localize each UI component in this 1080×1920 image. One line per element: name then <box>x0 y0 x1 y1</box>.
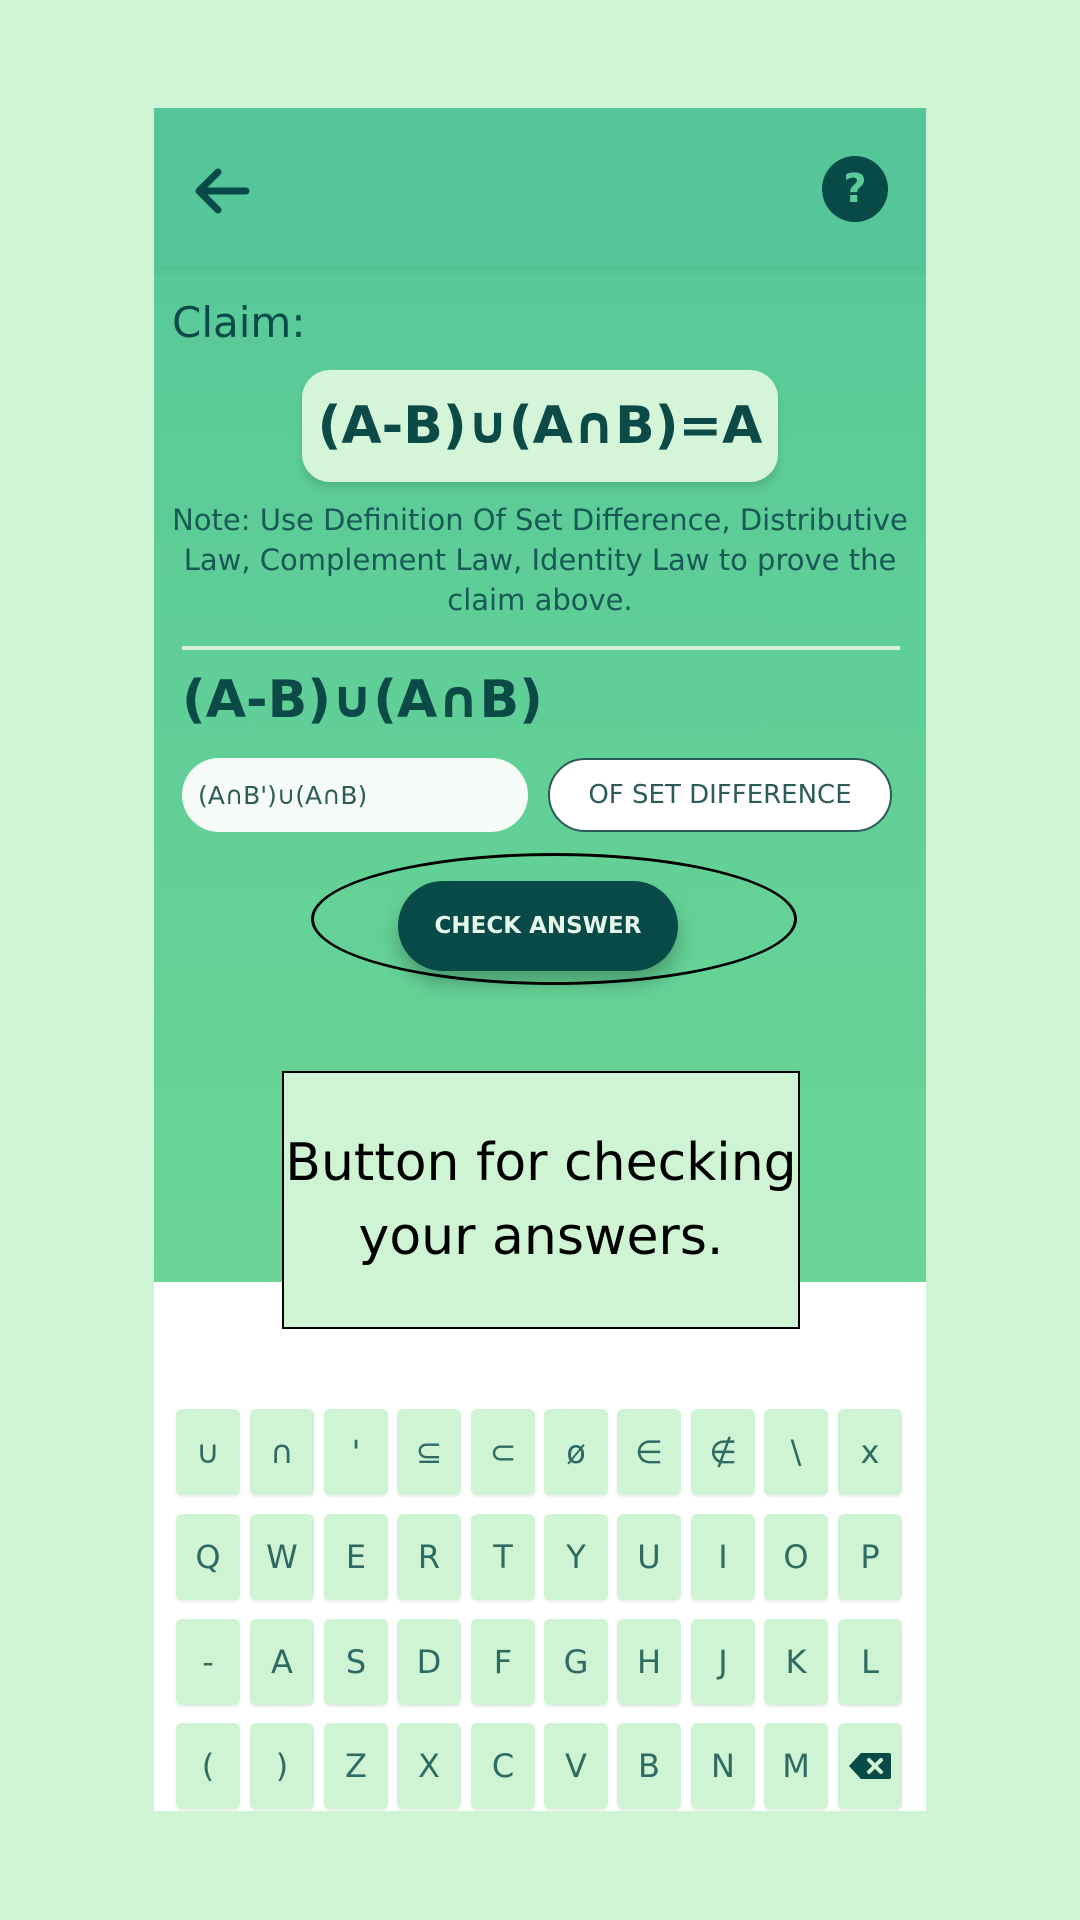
key-g[interactable]: G <box>544 1619 608 1705</box>
key-element-of[interactable]: ∈ <box>617 1409 681 1495</box>
callout-text: Button for checking your answers. <box>285 1133 797 1267</box>
backspace-key[interactable] <box>838 1723 902 1809</box>
key-d[interactable]: D <box>397 1619 461 1705</box>
key-x-lower[interactable]: x <box>838 1409 902 1495</box>
current-expression: (A-B)∪(A∩B) <box>182 670 543 730</box>
key-not-element-of[interactable]: ∉ <box>691 1409 755 1495</box>
question-icon: ? <box>843 166 867 212</box>
instructions-note: Note: Use Definition Of Set Difference, … <box>172 503 908 617</box>
law-dropdown[interactable]: OF SET DIFFERENCE <box>548 758 892 832</box>
tutorial-callout: Button for checking your answers. <box>282 1071 800 1329</box>
key-complement[interactable]: ' <box>324 1409 388 1495</box>
key-j[interactable]: J <box>691 1619 755 1705</box>
key-n[interactable]: N <box>691 1723 755 1809</box>
key-set-minus[interactable]: \ <box>764 1409 828 1495</box>
backspace-icon <box>849 1753 891 1779</box>
key-e[interactable]: E <box>324 1514 388 1600</box>
key-subset-eq[interactable]: ⊆ <box>397 1409 461 1495</box>
key-f[interactable]: F <box>471 1619 535 1705</box>
divider <box>182 646 900 650</box>
key-m[interactable]: M <box>764 1723 828 1809</box>
claim-label: Claim: <box>172 298 306 347</box>
claim-expression: (A-B)∪(A∩B)=A <box>302 370 778 482</box>
claim-expression-text: (A-B)∪(A∩B)=A <box>317 396 763 456</box>
key-l[interactable]: L <box>838 1619 902 1705</box>
key-subset[interactable]: ⊂ <box>471 1409 535 1495</box>
key-o[interactable]: O <box>764 1514 828 1600</box>
key-union[interactable]: ∪ <box>176 1409 240 1495</box>
math-keyboard: ∪ ∩ ' ⊆ ⊂ ø ∈ ∉ \ x Q W E R T Y U I O P … <box>154 1282 926 1811</box>
key-x[interactable]: X <box>397 1723 461 1809</box>
key-h[interactable]: H <box>617 1619 681 1705</box>
key-open-paren[interactable]: ( <box>176 1723 240 1809</box>
key-s[interactable]: S <box>324 1619 388 1705</box>
key-q[interactable]: Q <box>176 1514 240 1600</box>
key-minus[interactable]: - <box>176 1619 240 1705</box>
key-k[interactable]: K <box>764 1619 828 1705</box>
answer-input-value: (A∩B')∪(A∩B) <box>198 780 368 810</box>
app-screen: ? Claim: (A-B)∪(A∩B)=A Note: Use Definit… <box>154 108 926 1811</box>
help-button[interactable]: ? <box>822 156 888 222</box>
law-dropdown-value: OF SET DIFFERENCE <box>588 780 852 810</box>
key-t[interactable]: T <box>471 1514 535 1600</box>
key-u[interactable]: U <box>617 1514 681 1600</box>
arrow-left-icon <box>195 168 250 214</box>
key-b[interactable]: B <box>617 1723 681 1809</box>
key-empty-set[interactable]: ø <box>544 1409 608 1495</box>
key-w[interactable]: W <box>250 1514 314 1600</box>
key-a[interactable]: A <box>250 1619 314 1705</box>
key-y[interactable]: Y <box>544 1514 608 1600</box>
key-z[interactable]: Z <box>324 1723 388 1809</box>
highlight-ellipse <box>311 853 797 985</box>
key-close-paren[interactable]: ) <box>250 1723 314 1809</box>
key-c[interactable]: C <box>471 1723 535 1809</box>
key-r[interactable]: R <box>397 1514 461 1600</box>
key-intersection[interactable]: ∩ <box>250 1409 314 1495</box>
top-bar: ? <box>154 108 926 266</box>
key-i[interactable]: I <box>691 1514 755 1600</box>
answer-input[interactable]: (A∩B')∪(A∩B) <box>182 758 528 832</box>
back-button[interactable] <box>190 160 252 222</box>
key-p[interactable]: P <box>838 1514 902 1600</box>
key-v[interactable]: V <box>544 1723 608 1809</box>
